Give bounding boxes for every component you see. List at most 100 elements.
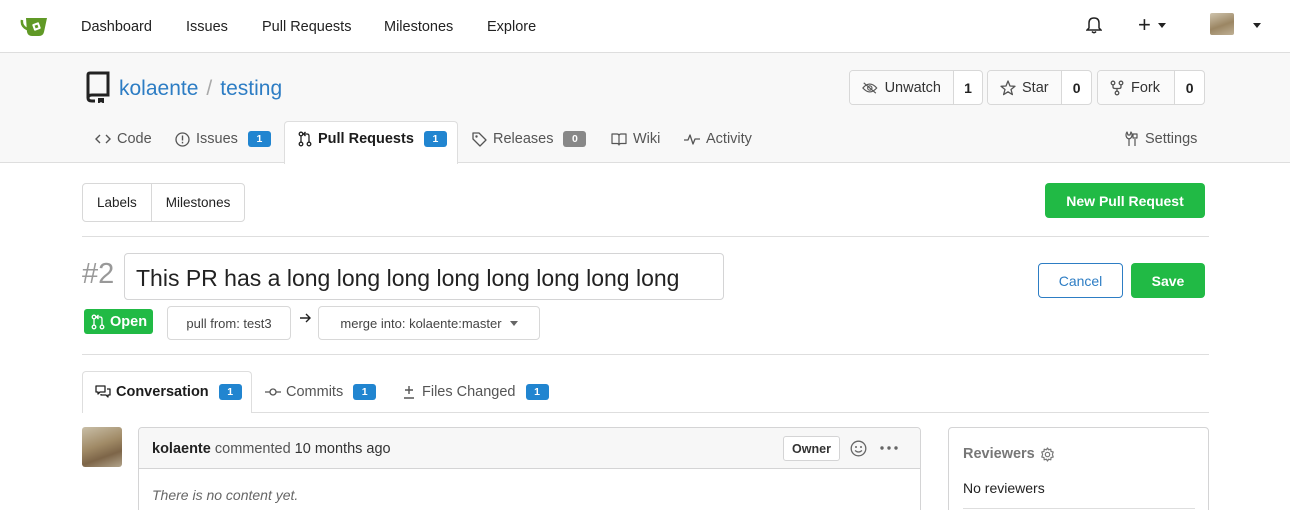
gitea-logo-icon[interactable] xyxy=(20,14,50,38)
pr-number: #2 xyxy=(82,258,115,290)
tab-conversation-label: Conversation xyxy=(116,384,209,400)
fork-button-group[interactable]: Fork 0 xyxy=(1097,70,1205,105)
comment-author-link[interactable]: kolaente xyxy=(152,441,211,457)
nav-dashboard[interactable]: Dashboard xyxy=(81,19,152,35)
pr-status-label: Open xyxy=(84,309,153,334)
plus-icon: + xyxy=(1138,12,1151,37)
milestones-button[interactable]: Milestones xyxy=(150,184,245,221)
tools-icon xyxy=(1125,131,1138,146)
labels-button[interactable]: Labels xyxy=(83,184,151,221)
caret-down-icon xyxy=(509,320,518,326)
kebab-horizontal-icon[interactable] xyxy=(880,446,898,450)
new-pull-request-button[interactable]: New Pull Request xyxy=(1045,183,1205,218)
bell-icon[interactable] xyxy=(1086,16,1102,34)
fork-count[interactable]: 0 xyxy=(1175,71,1204,104)
nav-explore[interactable]: Explore xyxy=(487,19,536,35)
tab-commits[interactable]: Commits 1 xyxy=(265,384,377,400)
star-label: Star xyxy=(1022,79,1049,96)
pulls-count-badge: 1 xyxy=(423,131,447,147)
reviewers-title: Reviewers xyxy=(963,446,1035,462)
repo-owner-link[interactable]: kolaente xyxy=(119,77,198,100)
tab-conversation[interactable]: Conversation 1 xyxy=(95,384,242,400)
pulse-icon xyxy=(684,134,700,145)
diff-icon xyxy=(404,385,414,399)
reviewers-header: Reviewers xyxy=(963,446,1055,462)
comment-time: 10 months ago xyxy=(294,441,391,457)
merge-into-dropdown[interactable]: merge into: kolaente:master xyxy=(318,306,540,340)
tab-code-label: Code xyxy=(117,131,152,147)
watch-count[interactable]: 1 xyxy=(954,71,982,104)
tab-issues[interactable]: Issues 1 xyxy=(175,131,271,147)
conversation-count-badge: 1 xyxy=(218,384,242,400)
sidebar-reviewers: Reviewers No reviewers xyxy=(948,427,1209,510)
comment-meta: kolaente commented 10 months ago xyxy=(152,441,391,457)
top-navbar: Dashboard Issues Pull Requests Milestone… xyxy=(0,0,1290,53)
nav-pull-requests[interactable]: Pull Requests xyxy=(262,19,351,35)
arrow-right-icon xyxy=(300,313,311,323)
issues-count-badge: 1 xyxy=(247,131,271,147)
comment-author-avatar[interactable] xyxy=(82,427,122,467)
comment-box: kolaente commented 10 months ago Owner T… xyxy=(138,427,921,510)
gear-icon[interactable] xyxy=(1040,446,1055,462)
repo-header: kolaente / testing Unwatch 1 Star 0 Fork 0… xyxy=(0,53,1290,164)
merge-into-label: merge into: kolaente:master xyxy=(340,315,502,331)
nav-issues[interactable]: Issues xyxy=(186,19,228,35)
comment-body: There is no content yet. xyxy=(152,487,299,503)
tab-releases[interactable]: Releases 0 xyxy=(472,131,587,147)
reviewers-value: No reviewers xyxy=(963,480,1045,496)
tag-icon xyxy=(472,131,487,147)
git-pull-request-icon xyxy=(298,131,312,147)
eye-slash-icon xyxy=(862,81,878,94)
tab-releases-label: Releases xyxy=(493,131,554,147)
fork-button[interactable]: Fork xyxy=(1098,71,1176,104)
repo-name-link[interactable]: testing xyxy=(220,77,282,100)
star-count[interactable]: 0 xyxy=(1062,71,1091,104)
book-icon xyxy=(611,133,627,146)
star-button-group[interactable]: Star 0 xyxy=(987,70,1092,105)
nav-milestones[interactable]: Milestones xyxy=(384,19,453,35)
pr-status-text: Open xyxy=(110,313,148,330)
save-button[interactable]: Save xyxy=(1131,263,1205,298)
repo-icon xyxy=(85,71,111,103)
divider xyxy=(82,236,1209,237)
caret-down-icon xyxy=(1157,22,1166,28)
tab-code[interactable]: Code xyxy=(95,131,152,147)
tab-settings[interactable]: Settings xyxy=(1125,131,1197,147)
create-menu-button[interactable]: + xyxy=(1138,14,1166,36)
code-icon xyxy=(95,134,111,144)
repo-title: kolaente / testing xyxy=(119,77,282,101)
fork-icon xyxy=(1110,80,1124,95)
unwatch-button-group[interactable]: Unwatch 1 xyxy=(849,70,983,105)
tab-activity[interactable]: Activity xyxy=(684,131,752,147)
tab-issues-label: Issues xyxy=(196,131,238,147)
pull-from-branch: pull from: test3 xyxy=(167,306,291,340)
tabs-divider xyxy=(252,412,1209,413)
git-commit-icon xyxy=(265,388,281,396)
caret-down-icon[interactable] xyxy=(1253,23,1261,28)
star-icon xyxy=(1000,79,1016,95)
tab-wiki[interactable]: Wiki xyxy=(611,131,660,147)
labels-milestones-group: Labels Milestones xyxy=(82,183,246,222)
comment-header: kolaente commented 10 months ago Owner xyxy=(139,428,920,469)
commits-count-badge: 1 xyxy=(353,384,377,400)
tab-settings-label: Settings xyxy=(1145,131,1198,147)
tab-pulls-label: Pull Requests xyxy=(318,131,414,147)
tab-pull-requests[interactable]: Pull Requests 1 xyxy=(298,131,447,147)
files-count-badge: 1 xyxy=(525,384,549,400)
tab-files-changed[interactable]: Files Changed 1 xyxy=(403,384,549,400)
releases-count-badge: 0 xyxy=(563,131,587,147)
smiley-icon[interactable] xyxy=(850,440,867,457)
tab-activity-label: Activity xyxy=(706,131,752,147)
cancel-button[interactable]: Cancel xyxy=(1038,263,1123,298)
unwatch-button[interactable]: Unwatch xyxy=(850,71,954,104)
user-avatar[interactable] xyxy=(1210,13,1234,35)
fork-label: Fork xyxy=(1131,79,1160,96)
star-button[interactable]: Star xyxy=(988,71,1063,104)
repo-separator: / xyxy=(206,77,213,100)
tab-wiki-label: Wiki xyxy=(633,131,661,147)
comment-discussion-icon xyxy=(95,384,111,398)
pr-title-input[interactable]: This PR has a long long long long long l… xyxy=(124,253,724,300)
sidebar-divider xyxy=(963,508,1195,509)
tab-commits-label: Commits xyxy=(286,384,344,400)
divider xyxy=(82,354,1209,355)
